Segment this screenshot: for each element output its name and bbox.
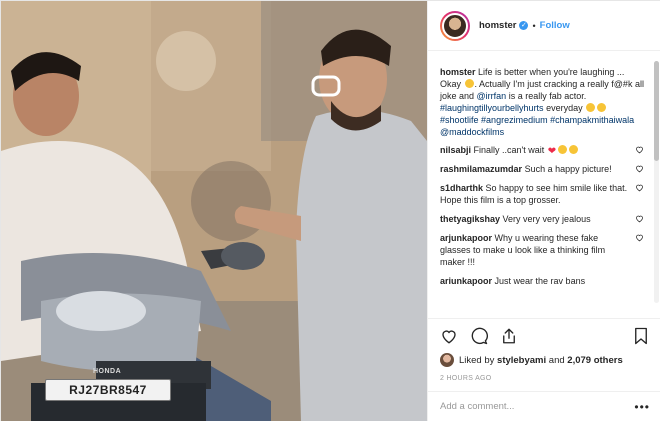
likes-summary: Liked by stylebyami and 2,079 others — [440, 353, 650, 367]
comment-item: ariunkapoor Just wear the rav bans — [440, 275, 650, 287]
follow-button[interactable]: Follow — [540, 20, 570, 31]
comment-like-heart-icon[interactable] — [635, 233, 644, 242]
scrollbar-thumb[interactable] — [654, 61, 659, 161]
caption-username[interactable]: homster — [440, 67, 476, 77]
emoji-icon — [558, 145, 568, 154]
photo-illustration — [1, 1, 427, 421]
post-header: homster ✓ • Follow — [428, 1, 660, 51]
post-caption: homster Life is better when you're laugh… — [440, 66, 650, 138]
post-side-panel: homster ✓ • Follow homster Life is bette… — [427, 1, 660, 421]
comment-text: Such a happy picture! — [524, 164, 612, 174]
emoji-icon — [597, 103, 607, 112]
comment-item: nilsabji Finally ..can't wait ❤ — [440, 144, 650, 157]
emoji-icon — [586, 103, 596, 112]
comment-text: Very very very jealous — [502, 214, 591, 224]
hashtag-link[interactable]: #angrezimedium — [481, 115, 548, 125]
heart-icon[interactable] — [440, 327, 458, 345]
comment-like-heart-icon[interactable] — [635, 214, 644, 223]
header-username[interactable]: homster — [479, 20, 516, 31]
scooter-brand: HONDA — [93, 368, 122, 375]
header-separator: • — [532, 20, 536, 31]
share-icon[interactable] — [500, 327, 518, 345]
comment-item: arjunkapoor Why u wearing these fake gla… — [440, 232, 650, 268]
comment-username[interactable]: s1dharthk — [440, 183, 483, 193]
likes-prefix: Liked by — [459, 354, 495, 366]
comment-username[interactable]: ariunkapoor — [440, 276, 492, 286]
profile-avatar[interactable] — [440, 10, 470, 41]
caption-text-3: is a really fab actor. — [508, 91, 587, 101]
more-options-icon[interactable]: ••• — [634, 400, 650, 414]
comment-username[interactable]: thetyagikshay — [440, 214, 500, 224]
comment-item: rashmilamazumdar Such a happy picture! — [440, 163, 650, 175]
instagram-post: RJ27BR8547 HONDA homster ✓ • Follow homs… — [0, 0, 660, 421]
hashtag-link[interactable]: #champakmithaiwala — [550, 115, 634, 125]
comment-item: thetyagikshay Very very very jealous — [440, 213, 650, 225]
comment-item: s1dharthk So happy to see him smile like… — [440, 182, 650, 206]
bookmark-icon[interactable] — [632, 327, 650, 345]
emoji-icon — [464, 79, 474, 88]
mention-link[interactable]: @irrfan — [477, 91, 507, 101]
heart-emoji-icon: ❤ — [547, 146, 557, 157]
hashtag-link[interactable]: #laughingtillyourbellyhurts — [440, 103, 544, 113]
caption-text-4: everyday — [546, 103, 583, 113]
comment-like-heart-icon[interactable] — [635, 183, 644, 192]
mention-link[interactable]: @maddockfilms — [440, 127, 504, 137]
action-icons-row — [440, 325, 650, 347]
comment-text: Finally ..can't wait — [473, 145, 545, 155]
comments-list[interactable]: homster Life is better when you're laugh… — [428, 52, 660, 318]
comment-text: Just wear the rav bans — [494, 276, 586, 286]
hashtag-link[interactable]: #shootlife — [440, 115, 479, 125]
comment-username[interactable]: arjunkapoor — [440, 233, 492, 243]
liker-avatar[interactable] — [440, 353, 454, 367]
comment-like-heart-icon[interactable] — [635, 145, 644, 154]
post-timestamp[interactable]: 2 HOURS AGO — [440, 375, 650, 382]
likes-and: and — [548, 354, 565, 366]
comment-username[interactable]: nilsabji — [440, 145, 471, 155]
comment-like-heart-icon[interactable] — [635, 164, 644, 173]
post-actions: Liked by stylebyami and 2,079 others 2 H… — [428, 318, 660, 382]
liker-username[interactable]: stylebyami — [497, 355, 546, 366]
verified-badge-icon: ✓ — [519, 21, 529, 30]
post-photo[interactable]: RJ27BR8547 HONDA — [1, 1, 427, 421]
license-plate: RJ27BR8547 — [45, 379, 171, 401]
comments-scrollbar[interactable] — [654, 61, 659, 303]
comment-username[interactable]: rashmilamazumdar — [440, 164, 522, 174]
add-comment-bar: ••• — [428, 391, 660, 421]
likes-count[interactable]: 2,079 others — [567, 355, 622, 366]
emoji-icon — [569, 145, 579, 154]
add-comment-input[interactable] — [440, 401, 635, 412]
comment-icon[interactable] — [470, 327, 488, 345]
